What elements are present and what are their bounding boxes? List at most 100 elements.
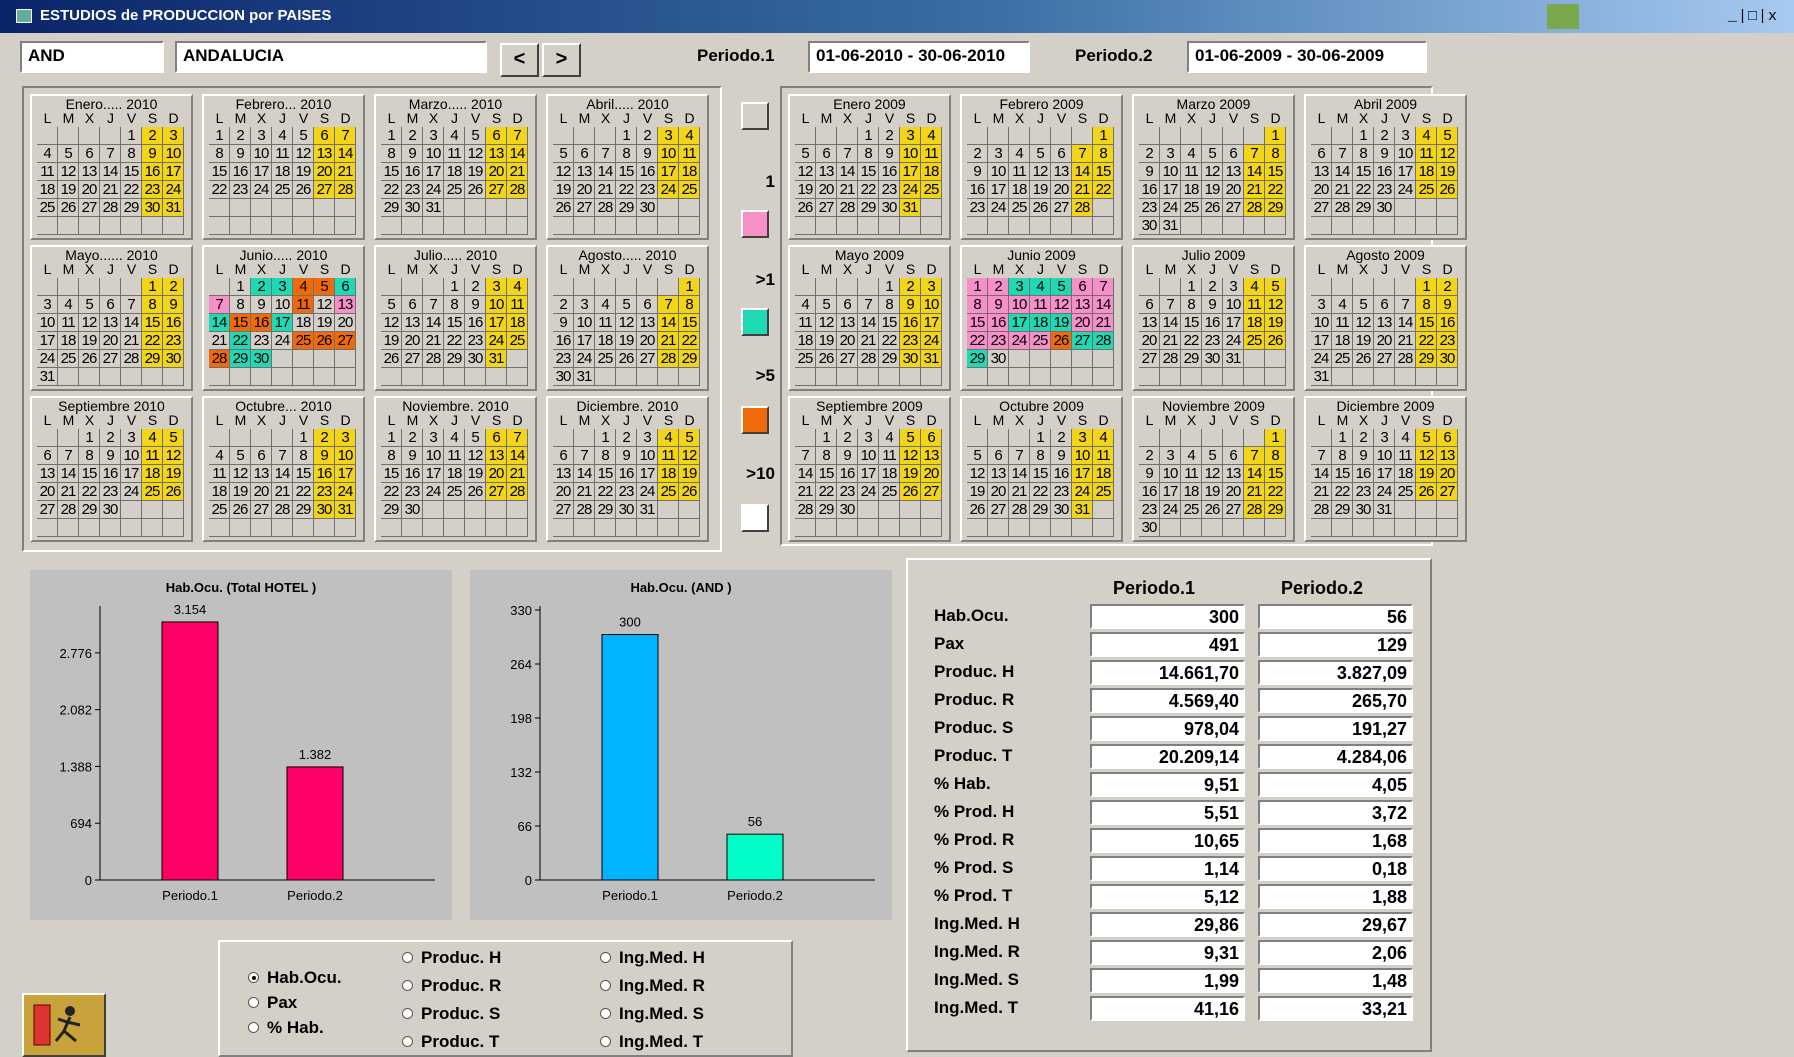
day-cell[interactable]: 19 xyxy=(163,465,184,483)
day-cell[interactable] xyxy=(1265,519,1286,537)
day-cell[interactable]: 28 xyxy=(858,350,879,368)
day-cell[interactable]: 31 xyxy=(1374,501,1395,519)
day-cell[interactable]: 12 xyxy=(900,447,921,465)
day-cell[interactable] xyxy=(1332,127,1353,145)
region-field[interactable]: ANDALUCIA xyxy=(175,41,487,73)
periodo1-field[interactable]: 01-06-2010 - 30-06-2010 xyxy=(808,41,1030,73)
day-cell[interactable]: 14 xyxy=(209,314,230,332)
day-cell[interactable]: 25 xyxy=(1181,501,1202,519)
day-cell[interactable]: 6 xyxy=(574,145,595,163)
day-cell[interactable] xyxy=(1265,350,1286,368)
day-cell[interactable]: 10 xyxy=(574,314,595,332)
day-cell[interactable]: 6 xyxy=(1223,145,1244,163)
day-cell[interactable]: 9 xyxy=(879,145,900,163)
day-cell[interactable]: 18 xyxy=(1244,314,1265,332)
day-cell[interactable]: 10 xyxy=(658,145,679,163)
day-cell[interactable]: 26 xyxy=(1437,181,1458,199)
day-cell[interactable]: 29 xyxy=(79,501,100,519)
day-cell[interactable]: 17 xyxy=(858,465,879,483)
day-cell[interactable] xyxy=(1416,199,1437,217)
day-cell[interactable] xyxy=(1311,278,1332,296)
day-cell[interactable] xyxy=(79,368,100,386)
radio-option[interactable]: Produc. S xyxy=(402,1004,500,1024)
day-cell[interactable]: 31 xyxy=(1311,368,1332,386)
day-cell[interactable]: 23 xyxy=(1437,332,1458,350)
day-cell[interactable]: 29 xyxy=(1332,501,1353,519)
day-cell[interactable] xyxy=(553,127,574,145)
day-cell[interactable]: 14 xyxy=(1072,163,1093,181)
day-cell[interactable] xyxy=(1395,278,1416,296)
day-cell[interactable]: 15 xyxy=(381,465,402,483)
day-cell[interactable]: 25 xyxy=(272,181,293,199)
day-cell[interactable] xyxy=(1051,350,1072,368)
day-cell[interactable]: 16 xyxy=(142,163,163,181)
day-cell[interactable]: 7 xyxy=(795,447,816,465)
day-cell[interactable]: 2 xyxy=(465,278,486,296)
day-cell[interactable]: 23 xyxy=(967,199,988,217)
day-cell[interactable]: 17 xyxy=(921,314,942,332)
day-cell[interactable] xyxy=(381,368,402,386)
day-cell[interactable]: 14 xyxy=(507,447,528,465)
day-cell[interactable]: 10 xyxy=(900,145,921,163)
day-cell[interactable] xyxy=(795,127,816,145)
day-cell[interactable]: 6 xyxy=(553,447,574,465)
day-cell[interactable]: 22 xyxy=(1181,332,1202,350)
day-cell[interactable]: 9 xyxy=(251,296,272,314)
day-cell[interactable]: 10 xyxy=(423,145,444,163)
day-cell[interactable]: 9 xyxy=(1437,296,1458,314)
day-cell[interactable]: 14 xyxy=(121,314,142,332)
day-cell[interactable] xyxy=(335,217,356,235)
day-cell[interactable]: 5 xyxy=(381,296,402,314)
day-cell[interactable]: 6 xyxy=(402,296,423,314)
day-cell[interactable]: 8 xyxy=(967,296,988,314)
day-cell[interactable] xyxy=(507,350,528,368)
radio-option[interactable]: Produc. R xyxy=(402,976,501,996)
day-cell[interactable]: 19 xyxy=(1202,483,1223,501)
day-cell[interactable] xyxy=(921,199,942,217)
day-cell[interactable]: 14 xyxy=(1395,314,1416,332)
day-cell[interactable] xyxy=(58,127,79,145)
day-cell[interactable] xyxy=(1332,278,1353,296)
day-cell[interactable]: 24 xyxy=(1072,483,1093,501)
day-cell[interactable]: 17 xyxy=(637,465,658,483)
day-cell[interactable]: 5 xyxy=(1030,145,1051,163)
day-cell[interactable] xyxy=(100,217,121,235)
day-cell[interactable] xyxy=(1093,217,1114,235)
day-cell[interactable]: 7 xyxy=(100,145,121,163)
day-cell[interactable]: 16 xyxy=(402,465,423,483)
day-cell[interactable] xyxy=(795,519,816,537)
day-cell[interactable] xyxy=(79,278,100,296)
day-cell[interactable]: 28 xyxy=(1072,199,1093,217)
day-cell[interactable]: 30 xyxy=(465,350,486,368)
day-cell[interactable]: 1 xyxy=(879,278,900,296)
day-cell[interactable]: 12 xyxy=(1051,296,1072,314)
day-cell[interactable]: 9 xyxy=(314,447,335,465)
day-cell[interactable]: 22 xyxy=(616,181,637,199)
day-cell[interactable]: 20 xyxy=(637,332,658,350)
day-cell[interactable]: 9 xyxy=(900,296,921,314)
day-cell[interactable] xyxy=(121,217,142,235)
day-cell[interactable]: 29 xyxy=(1030,501,1051,519)
day-cell[interactable]: 7 xyxy=(574,447,595,465)
day-cell[interactable] xyxy=(1160,278,1181,296)
radio-dot[interactable] xyxy=(248,997,259,1008)
day-cell[interactable]: 21 xyxy=(507,163,528,181)
day-cell[interactable]: 16 xyxy=(1353,465,1374,483)
day-cell[interactable] xyxy=(858,217,879,235)
day-cell[interactable] xyxy=(1223,127,1244,145)
day-cell[interactable]: 11 xyxy=(1416,145,1437,163)
day-cell[interactable]: 13 xyxy=(402,314,423,332)
day-cell[interactable] xyxy=(988,429,1009,447)
day-cell[interactable]: 24 xyxy=(921,332,942,350)
day-cell[interactable]: 24 xyxy=(637,483,658,501)
day-cell[interactable] xyxy=(507,519,528,537)
day-cell[interactable]: 4 xyxy=(444,429,465,447)
day-cell[interactable] xyxy=(381,278,402,296)
day-cell[interactable] xyxy=(423,278,444,296)
day-cell[interactable]: 23 xyxy=(100,483,121,501)
day-cell[interactable] xyxy=(816,519,837,537)
day-cell[interactable]: 16 xyxy=(616,465,637,483)
day-cell[interactable]: 29 xyxy=(595,501,616,519)
day-cell[interactable]: 8 xyxy=(1093,145,1114,163)
day-cell[interactable] xyxy=(1009,217,1030,235)
